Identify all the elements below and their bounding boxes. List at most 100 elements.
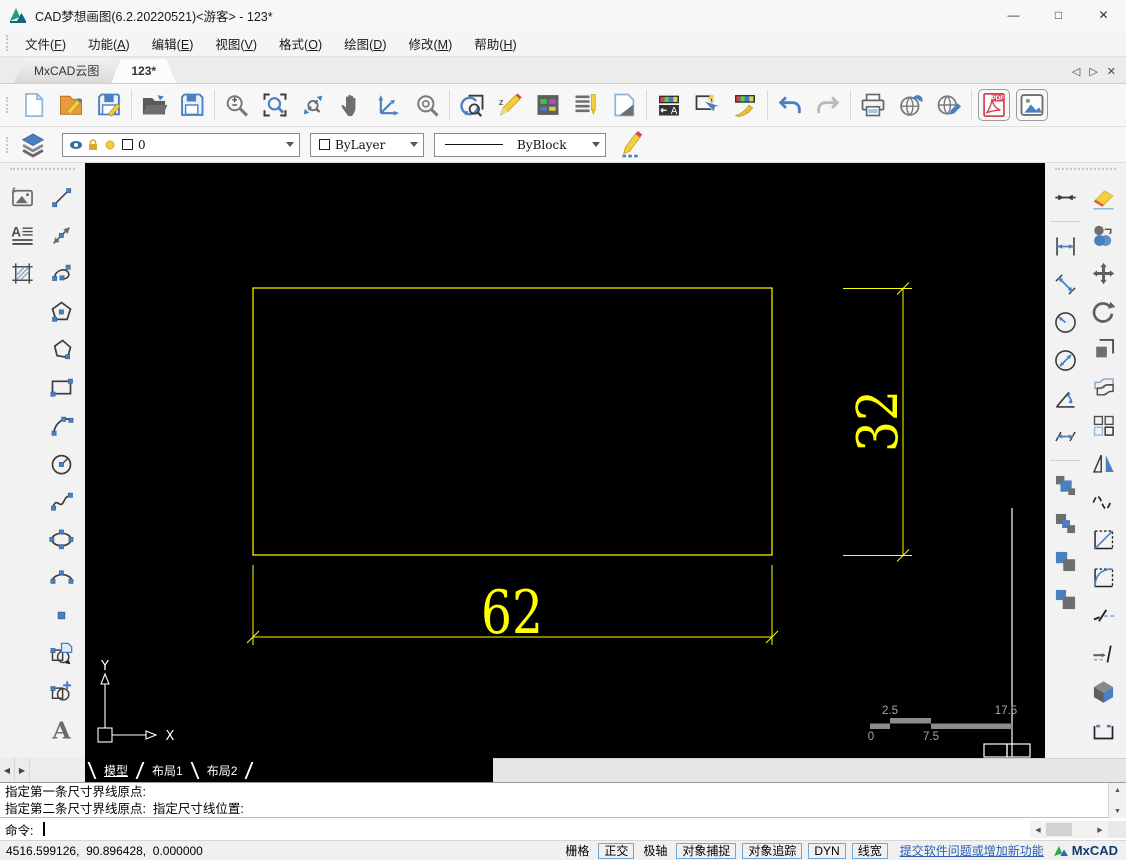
tab-scroll-left-button[interactable]: ◁: [1072, 67, 1080, 78]
arc-button[interactable]: [44, 408, 78, 442]
layer-manager-button[interactable]: [14, 126, 52, 164]
linetype-select[interactable]: ByBlock: [434, 133, 606, 157]
select-object-button[interactable]: [688, 86, 726, 124]
command-input[interactable]: 命令: ◀ ▶: [0, 818, 1126, 840]
menu-help[interactable]: 帮助(H): [463, 30, 527, 57]
menu-format[interactable]: 格式(O): [268, 30, 333, 57]
edit-polyline-button[interactable]: [1086, 712, 1120, 746]
angular-dimension-button[interactable]: [1048, 381, 1082, 415]
layout-tab-model[interactable]: 模型: [95, 762, 137, 779]
insert-block-button[interactable]: [44, 636, 78, 670]
polygon-button[interactable]: [44, 294, 78, 328]
width-dimension-text[interactable]: 62: [481, 578, 543, 648]
feedback-link[interactable]: 提交软件问题或增加新功能: [900, 842, 1044, 859]
status-toggle-osnap[interactable]: 对象捕捉: [676, 843, 736, 859]
web-edit-button[interactable]: [930, 86, 968, 124]
format-painter-button[interactable]: [726, 86, 764, 124]
polyline-button[interactable]: [44, 256, 78, 290]
maximize-button[interactable]: □: [1036, 0, 1081, 30]
menu-view[interactable]: 视图(V): [204, 30, 268, 57]
explode-button[interactable]: [1086, 674, 1120, 708]
command-history-scrollbar[interactable]: ▲ ▼: [1108, 783, 1126, 818]
raster-image-button[interactable]: [5, 180, 39, 214]
point-button[interactable]: [44, 598, 78, 632]
linetype-manager-button[interactable]: [567, 86, 605, 124]
export-image-button[interactable]: [1013, 86, 1051, 124]
line-button[interactable]: [44, 180, 78, 214]
diameter-dimension-button[interactable]: [1048, 343, 1082, 377]
menu-draw[interactable]: 绘图(D): [333, 30, 397, 57]
zoom-dynamic-button[interactable]: [218, 86, 256, 124]
radius-dimension-button[interactable]: [1048, 305, 1082, 339]
zoom-center-button[interactable]: [408, 86, 446, 124]
rectangle-entity[interactable]: [253, 288, 772, 555]
extend-button[interactable]: [1086, 636, 1120, 670]
command-input-scrollbar[interactable]: ◀ ▶: [1030, 821, 1108, 838]
toolbar-grip[interactable]: [6, 97, 10, 113]
ellipse-arc-button[interactable]: [44, 560, 78, 594]
toolbar-grip[interactable]: [6, 35, 10, 51]
copy-button[interactable]: [1086, 218, 1120, 252]
construction-line-button[interactable]: [44, 218, 78, 252]
zoom-extents-button[interactable]: [294, 86, 332, 124]
web-publish-button[interactable]: [892, 86, 930, 124]
export-pdf-button[interactable]: PDF: [975, 86, 1013, 124]
spline-button[interactable]: [44, 484, 78, 518]
move-object-button[interactable]: [1048, 582, 1082, 616]
new-file-button[interactable]: [14, 86, 52, 124]
menu-edit[interactable]: 编辑(E): [141, 30, 205, 57]
menu-function[interactable]: 功能(A): [77, 30, 141, 57]
layout-tab-layout2[interactable]: 布局2: [198, 762, 247, 779]
save-as-button[interactable]: [173, 86, 211, 124]
minimize-button[interactable]: —: [991, 0, 1036, 30]
scroll-down-icon[interactable]: ▼: [1109, 804, 1126, 818]
tab-close-button[interactable]: ✕: [1107, 67, 1116, 78]
multiline-text-button[interactable]: A: [5, 218, 39, 252]
page-fill-button[interactable]: [605, 86, 643, 124]
copy-object-button[interactable]: [1048, 506, 1082, 540]
circle-button[interactable]: [44, 446, 78, 480]
status-toggle-dyn[interactable]: DYN: [808, 843, 845, 859]
horizontal-dimension-entity[interactable]: 62: [247, 565, 778, 648]
closed-polyline-button[interactable]: [44, 332, 78, 366]
ellipse-button[interactable]: [44, 522, 78, 556]
fillet-button[interactable]: [1086, 560, 1120, 594]
extend-corner-button[interactable]: [1086, 332, 1120, 366]
height-dimension-text[interactable]: 32: [846, 390, 911, 452]
rectangle-button[interactable]: [44, 370, 78, 404]
chamfer-button[interactable]: [1086, 522, 1120, 556]
document-tab-doc-123[interactable]: 123*: [111, 59, 176, 83]
pan-button[interactable]: [332, 86, 370, 124]
document-tab-mxcad-cloud[interactable]: MxCAD云图: [14, 59, 119, 83]
scroll-left-icon[interactable]: ◀: [1030, 821, 1046, 838]
rotate-button[interactable]: [1086, 294, 1120, 328]
stretch-button[interactable]: [1048, 544, 1082, 578]
scroll-up-icon[interactable]: ▲: [1109, 783, 1126, 797]
status-toggle-otrack[interactable]: 对象追踪: [742, 843, 802, 859]
create-block-button[interactable]: [44, 674, 78, 708]
draw-order-button[interactable]: [614, 126, 652, 164]
print-button[interactable]: [854, 86, 892, 124]
scroll-right-icon[interactable]: ▶: [1092, 821, 1108, 838]
layout-scroll-right-button[interactable]: ▶: [15, 758, 30, 782]
offset-button[interactable]: [1086, 370, 1120, 404]
mirror-button[interactable]: [1086, 446, 1120, 480]
status-toggle-lineweight[interactable]: 线宽: [852, 843, 888, 859]
close-button[interactable]: ✕: [1081, 0, 1126, 30]
continue-dimension-button[interactable]: [1048, 419, 1082, 453]
ucs-axes-button[interactable]: [370, 86, 408, 124]
annotate-button[interactable]: z: [491, 86, 529, 124]
zoom-window-button[interactable]: [256, 86, 294, 124]
menu-modify[interactable]: 修改(M): [398, 30, 464, 57]
toolbar-grip[interactable]: [1055, 168, 1116, 170]
layer-select[interactable]: 0: [62, 133, 300, 157]
edit-spline-button[interactable]: [1086, 484, 1120, 518]
status-toggle-grid[interactable]: 栅格: [565, 842, 589, 859]
erase-button[interactable]: [1086, 180, 1120, 214]
layout-scroll-left-button[interactable]: ◀: [0, 758, 15, 782]
layout-tab-layout1[interactable]: 布局1: [143, 762, 192, 779]
hatch-button[interactable]: [5, 256, 39, 290]
move-button[interactable]: [1086, 256, 1120, 290]
drawing-canvas[interactable]: 62 32: [85, 163, 1045, 758]
tab-scroll-right-button[interactable]: ▷: [1089, 67, 1097, 78]
